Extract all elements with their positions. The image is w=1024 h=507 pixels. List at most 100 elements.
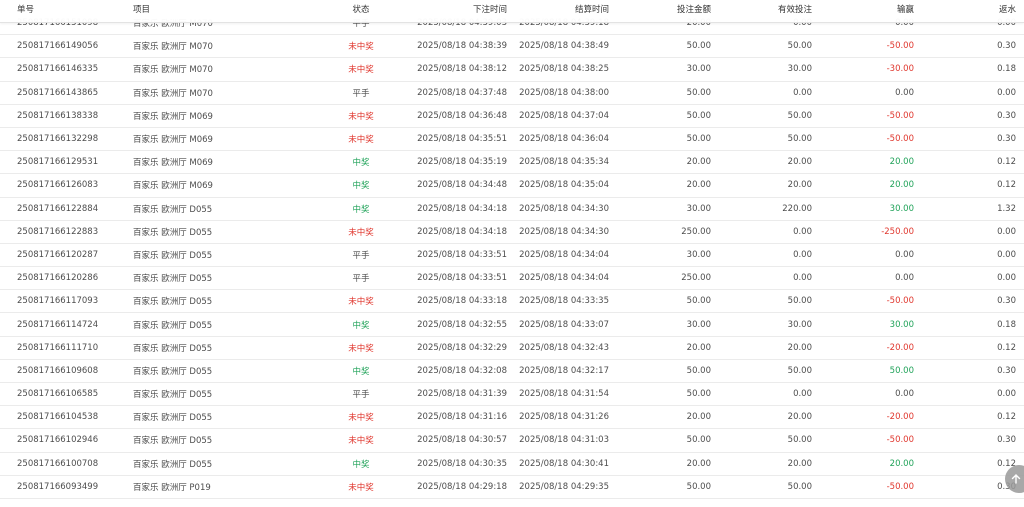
rebate-cell: 0.00 [997,273,1016,284]
table-row[interactable]: 250817166106585 百家乐 欧洲厅 D055 平手 2025/08/18 … [0,383,1024,407]
status-cell: 中奖 [352,181,370,192]
item-cell: 百家乐 欧洲厅 M070 [133,42,213,53]
rebate-cell: 0.30 [930,476,1016,498]
item-cell: 百家乐 欧洲厅 M069 [133,111,213,122]
valid-bet-cell: 50.00 [787,110,812,121]
win-loss-cell: -50.00 [886,110,914,121]
win-loss-cell: -50.00 [886,134,914,145]
bet-amount-cell: 20.00 [686,180,711,191]
bet-records-page: 250817166151098 百家乐 欧洲厅 M070 平手 2025/08/18 … [0,0,1024,507]
win-loss-cell: -50.00 [886,296,914,307]
item-cell: 百家乐 欧洲厅 M069 [133,135,213,146]
order-id-cell: 250817166149056 [17,41,99,52]
header-win-loss[interactable]: 输赢 [820,0,914,18]
bet-time-cell: 2025/08/18 04:38:12 [417,64,507,75]
order-id-cell: 250817166111710 [17,342,99,353]
win-loss-cell: 50.00 [889,365,914,376]
status-cell: 未中奖 [348,343,374,354]
table-row[interactable]: 250817166100708 百家乐 欧洲厅 D055 中奖 2025/08/18 … [0,453,1024,476]
order-id-cell: 250817166146335 [17,64,99,75]
valid-bet-cell: 50.00 [787,134,812,145]
table-row[interactable]: 250817166138338 百家乐 欧洲厅 M069 未中奖 2025/08/18… [0,105,1024,128]
rebate-cell: 0.18 [997,64,1016,75]
header-bet-time[interactable]: 下注时间 [400,0,507,18]
table-row[interactable]: 250817166149056 百家乐 欧洲厅 M070 未中奖 2025/08/18… [0,35,1024,59]
valid-bet-cell: 20.00 [787,412,812,423]
table-row[interactable]: 250817166122883 百家乐 欧洲厅 D055 未中奖 2025/08/18… [0,221,1024,244]
valid-bet-cell: 0.00 [793,273,812,284]
valid-bet-cell: 0.00 [793,249,812,260]
valid-bet-cell: 30.00 [787,64,812,75]
header-valid-bet[interactable]: 有效投注 [720,0,812,18]
header-order-id[interactable]: 单号 [17,0,34,18]
rebate-cell: 0.30 [997,296,1016,307]
win-loss-cell: 0.00 [895,87,914,98]
order-id-cell: 250817166104538 [17,412,99,423]
win-loss-cell: 30.00 [889,203,914,214]
item-cell: 百家乐 欧洲厅 D055 [133,297,213,308]
header-settle-time[interactable]: 结算时间 [510,0,609,18]
bet-amount-cell: 50.00 [686,134,711,145]
win-loss-cell: -50.00 [886,435,914,446]
win-loss-cell: 0.00 [895,389,914,400]
bet-time-cell: 2025/08/18 04:31:39 [417,389,507,400]
table-row[interactable]: 250817166104538 百家乐 欧洲厅 D055 未中奖 2025/08/18… [0,406,1024,430]
bet-amount-cell: 250.00 [681,273,711,284]
rebate-cell: 0.30 [997,41,1016,52]
table-row[interactable]: 250817166132298 百家乐 欧洲厅 M069 未中奖 2025/08/18… [0,128,1024,152]
bet-amount-cell: 50.00 [686,87,711,98]
order-id-cell: 250817166109608 [17,365,99,376]
table-row[interactable]: 250817166120286 百家乐 欧洲厅 D055 平手 2025/08/18 … [0,267,1024,291]
win-loss-cell: 30.00 [889,319,914,330]
bet-amount-cell: 50.00 [686,41,711,52]
valid-bet-cell: 220.00 [782,203,812,214]
win-loss-cell: -20.00 [886,342,914,353]
item-cell: 百家乐 欧洲厅 M070 [133,65,213,76]
table-row[interactable]: 250817166129531 百家乐 欧洲厅 M069 中奖 2025/08/18 … [0,151,1024,175]
item-cell: 百家乐 欧洲厅 D055 [133,390,213,401]
bet-amount-cell: 30.00 [686,319,711,330]
header-status[interactable]: 状态 [320,0,402,18]
settle-time-cell: 2025/08/18 04:36:04 [519,134,609,145]
table-row[interactable]: 250817166120287 百家乐 欧洲厅 D055 平手 2025/08/18 … [0,244,1024,268]
settle-time-cell: 2025/08/18 04:34:04 [519,273,609,284]
item-cell: 百家乐 欧洲厅 D055 [133,459,213,470]
item-cell: 百家乐 欧洲厅 M070 [133,88,213,99]
table-row[interactable]: 250817166109608 百家乐 欧洲厅 D055 中奖 2025/08/18 … [0,360,1024,383]
win-loss-cell: 20.00 [889,157,914,168]
bet-time-cell: 2025/08/18 04:30:57 [417,435,507,446]
item-cell: 百家乐 欧洲厅 D055 [133,436,213,447]
order-id-cell: 250817166114724 [17,319,99,330]
header-bet-amount[interactable]: 投注金额 [620,0,711,18]
table-row[interactable]: 250817166111710 百家乐 欧洲厅 D055 未中奖 2025/08/18… [0,337,1024,360]
table-row[interactable]: 250817166143865 百家乐 欧洲厅 M070 平手 2025/08/18 … [0,82,1024,105]
settle-time-cell: 2025/08/18 04:38:25 [519,64,609,75]
status-cell: 中奖 [352,204,370,215]
win-loss-cell: 20.00 [889,180,914,191]
order-id-cell: 250817166138338 [17,110,99,121]
valid-bet-cell: 50.00 [787,41,812,52]
rebate-cell: 0.00 [997,389,1016,400]
valid-bet-cell: 20.00 [787,157,812,168]
win-loss-cell: 20.00 [889,458,914,469]
table-row[interactable]: 250817166117093 百家乐 欧洲厅 D055 未中奖 2025/08/18… [0,290,1024,314]
bet-amount-cell: 50.00 [686,435,711,446]
valid-bet-cell: 0.00 [793,389,812,400]
bet-time-cell: 2025/08/18 04:34:48 [417,180,507,191]
table-row[interactable]: 250817166114724 百家乐 欧洲厅 D055 中奖 2025/08/18 … [0,313,1024,337]
table-row[interactable]: 250817166126083 百家乐 欧洲厅 M069 中奖 2025/08/18 … [0,174,1024,198]
order-id-cell: 250817166143865 [17,87,99,98]
table-row[interactable]: 250817166102946 百家乐 欧洲厅 D055 未中奖 2025/08/18… [0,429,1024,453]
header-rebate[interactable]: 返水 [930,0,1016,18]
header-item[interactable]: 项目 [133,0,150,18]
table-row[interactable]: 250817166122884 百家乐 欧洲厅 D055 中奖 2025/08/18 … [0,198,1024,221]
order-id-cell: 250817166093499 [17,481,99,492]
table-row[interactable]: 250817166093499 百家乐 欧洲厅 P019 未中奖 2025/08/18… [0,476,1024,499]
valid-bet-cell: 0.00 [793,87,812,98]
settle-time-cell: 2025/08/18 04:38:49 [519,41,609,52]
item-cell: 百家乐 欧洲厅 D055 [133,227,213,238]
table-row[interactable]: 250817166146335 百家乐 欧洲厅 M070 未中奖 2025/08/18… [0,58,1024,82]
rebate-cell: 0.18 [997,319,1016,330]
status-cell: 未中奖 [348,42,374,53]
bet-amount-cell: 20.00 [686,342,711,353]
